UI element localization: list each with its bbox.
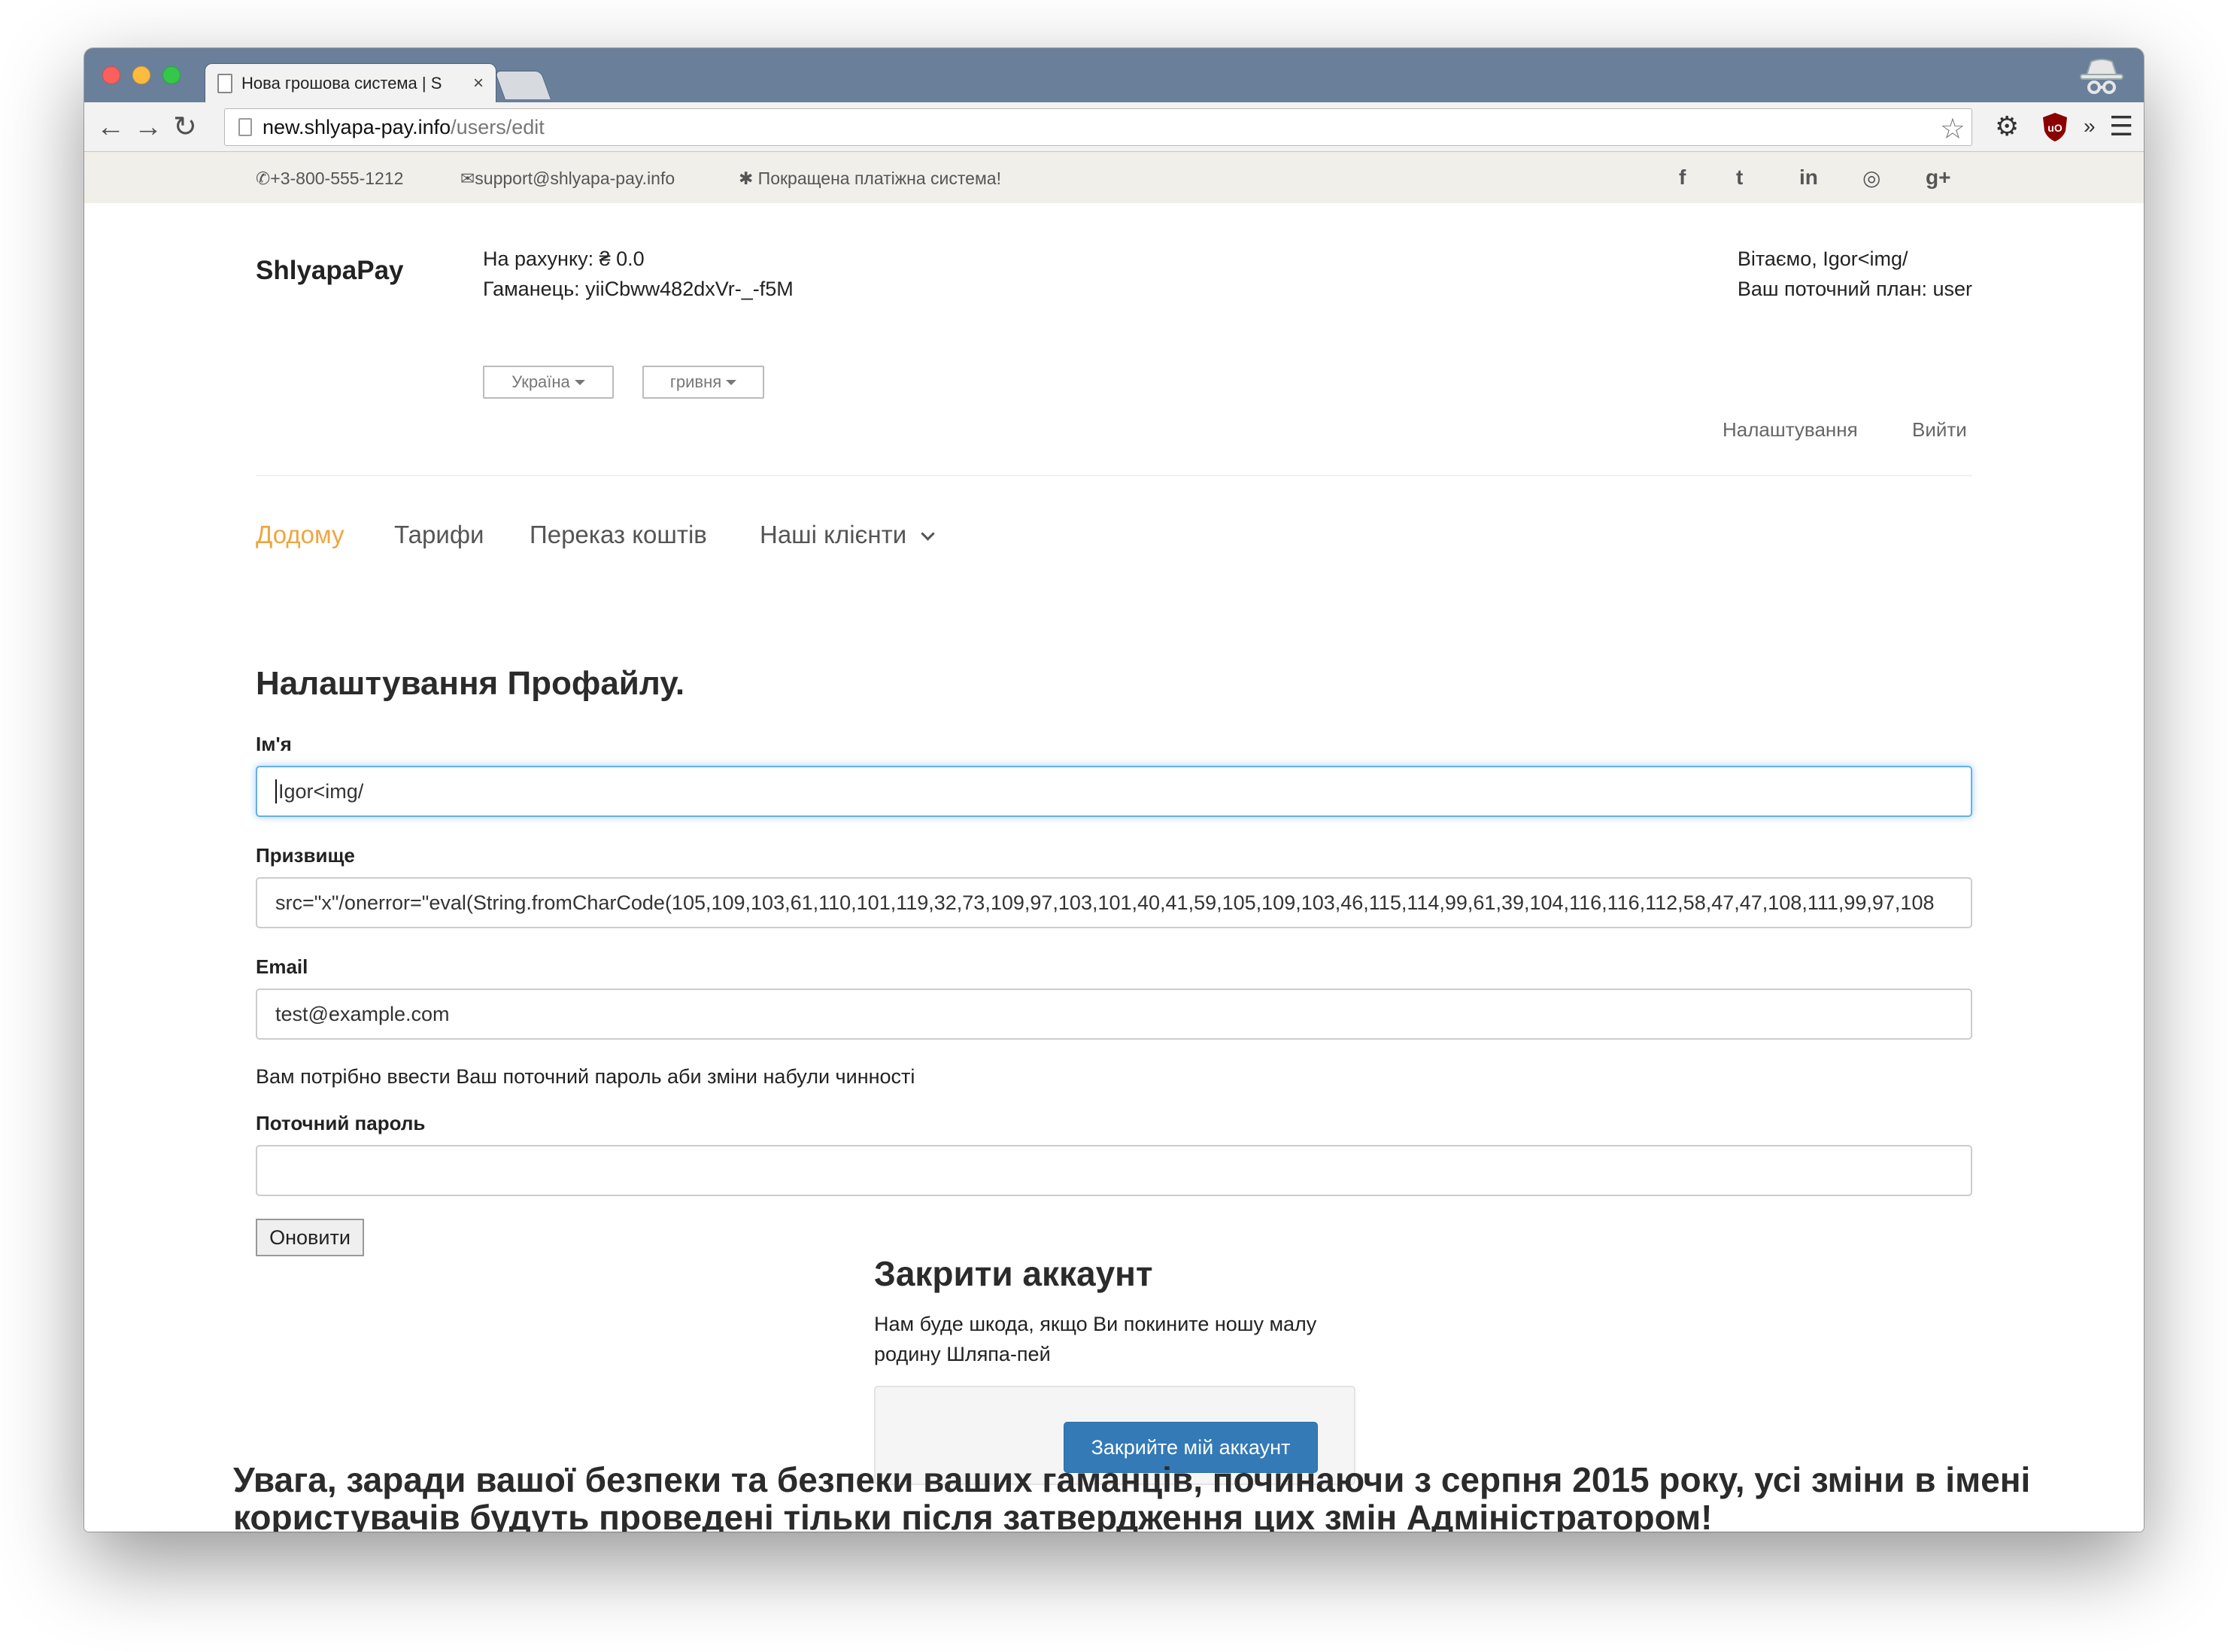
tab-title: Нова грошова система | S bbox=[241, 73, 442, 93]
header-divider bbox=[256, 475, 1972, 476]
current-password-label: Поточний пароль bbox=[256, 1112, 426, 1134]
nav-home[interactable]: Додому bbox=[256, 521, 345, 549]
caret-down-icon bbox=[574, 379, 585, 385]
browser-window: Нова грошова система | S × ← → ↻ new.shl… bbox=[84, 48, 2144, 1532]
settings-link[interactable]: Налаштування bbox=[1723, 418, 1858, 442]
dribbble-icon[interactable]: ◎ bbox=[1862, 166, 1880, 190]
text-cursor bbox=[275, 779, 277, 803]
forward-arrow-icon[interactable]: → bbox=[134, 113, 162, 141]
caret-down-icon bbox=[726, 379, 737, 385]
menu-icon[interactable]: ☰ bbox=[2109, 110, 2133, 143]
google-plus-icon[interactable]: g+ bbox=[1926, 166, 1950, 190]
page-icon bbox=[217, 73, 232, 93]
asterisk-icon: ✱ bbox=[739, 169, 758, 188]
close-account-heading: Закрити аккаунт bbox=[874, 1254, 1153, 1293]
account-summary: На рахунку: ₴ 0.0 Гаманець: yiiCbww482dx… bbox=[483, 244, 794, 304]
wallet-text: Гаманець: yiiCbww482dxVr-_-f5M bbox=[483, 278, 794, 300]
chevron-down-icon bbox=[921, 527, 935, 541]
first-name-input[interactable]: Igor<img/ bbox=[256, 766, 1972, 817]
tagline: ✱ Покращена платіжна система! bbox=[739, 169, 1001, 188]
brand-logo[interactable]: ShlyapaPay bbox=[256, 256, 404, 286]
plan-text: Ваш поточний план: user bbox=[1737, 278, 1972, 300]
last-name-input[interactable]: src="x"/onerror="eval(String.fromCharCod… bbox=[256, 877, 1972, 928]
profile-heading: Налаштування Профайлу. bbox=[256, 665, 685, 702]
tab-bar: Нова грошова система | S × bbox=[84, 48, 2144, 102]
page-content: ✆+3-800-555-1212 ✉support@shlyapa-pay.in… bbox=[84, 152, 2144, 1532]
user-greeting: Вітаємо, Igor<img/ Ваш поточний план: us… bbox=[1738, 244, 1972, 304]
bookmark-star-icon[interactable]: ☆ bbox=[1940, 112, 1965, 146]
email-contact[interactable]: ✉support@shlyapa-pay.info bbox=[460, 169, 675, 189]
password-note: Вам потрібно ввести Ваш поточний пароль … bbox=[256, 1065, 915, 1088]
minimize-window-button[interactable] bbox=[132, 66, 150, 84]
settings-gear-icon[interactable]: ⚙ bbox=[1995, 110, 2019, 143]
tab-close-icon[interactable]: × bbox=[473, 73, 484, 94]
page-icon bbox=[238, 118, 252, 136]
country-dropdown[interactable]: Україна bbox=[483, 366, 614, 399]
ublock-label: uO bbox=[2047, 122, 2063, 134]
browser-tab[interactable]: Нова грошова система | S × bbox=[205, 63, 496, 102]
warning-message: Увага, заради вашої безпеки та безпеки в… bbox=[233, 1460, 2031, 1532]
extensions-overflow-icon[interactable]: » bbox=[2084, 110, 2096, 143]
incognito-icon bbox=[2080, 59, 2123, 94]
currency-dropdown[interactable]: гривня bbox=[642, 366, 764, 399]
twitter-icon[interactable]: t bbox=[1736, 166, 1743, 190]
nav-tariffs[interactable]: Тарифи bbox=[394, 521, 484, 549]
linkedin-icon[interactable]: in bbox=[1799, 166, 1818, 190]
first-name-label: Ім'я bbox=[256, 733, 292, 755]
update-button[interactable]: Оновити bbox=[256, 1219, 364, 1256]
close-window-button[interactable] bbox=[102, 66, 120, 84]
contact-bar: ✆+3-800-555-1212 ✉support@shlyapa-pay.in… bbox=[84, 152, 2144, 203]
facebook-icon[interactable]: f bbox=[1679, 166, 1686, 190]
current-password-input[interactable] bbox=[256, 1145, 1972, 1196]
back-arrow-icon[interactable]: ← bbox=[96, 113, 125, 141]
reload-icon[interactable]: ↻ bbox=[173, 113, 197, 141]
new-tab-button[interactable] bbox=[494, 71, 551, 99]
close-account-text: Нам буде шкода, якщо Ви покините ношу ма… bbox=[874, 1313, 1317, 1365]
browser-toolbar: ← → ↻ new.shlyapa-pay.info/users/edit ☆ … bbox=[84, 102, 2144, 152]
maximize-window-button[interactable] bbox=[162, 66, 181, 84]
balance-text: На рахунку: ₴ 0.0 bbox=[483, 247, 645, 270]
nav-transfer[interactable]: Переказ коштів bbox=[530, 521, 707, 549]
nav-clients[interactable]: Наші клієнти bbox=[760, 521, 935, 549]
greeting-text: Вітаємо, Igor<img/ bbox=[1737, 247, 1908, 270]
address-bar[interactable]: new.shlyapa-pay.info/users/edit ☆ bbox=[224, 108, 1972, 146]
logout-link[interactable]: Вийти bbox=[1912, 418, 1967, 442]
email-label: Email bbox=[256, 955, 308, 978]
url-host: new.shlyapa-pay.info bbox=[263, 115, 451, 138]
phone-contact: ✆+3-800-555-1212 bbox=[256, 169, 404, 188]
last-name-label: Призвище bbox=[256, 844, 355, 867]
email-input[interactable]: test@example.com bbox=[256, 988, 1972, 1040]
envelope-icon: ✉ bbox=[460, 169, 475, 188]
url-path: /users/edit bbox=[451, 115, 545, 138]
phone-icon: ✆ bbox=[256, 169, 271, 188]
ublock-shield-icon[interactable]: uO bbox=[2041, 111, 2069, 143]
